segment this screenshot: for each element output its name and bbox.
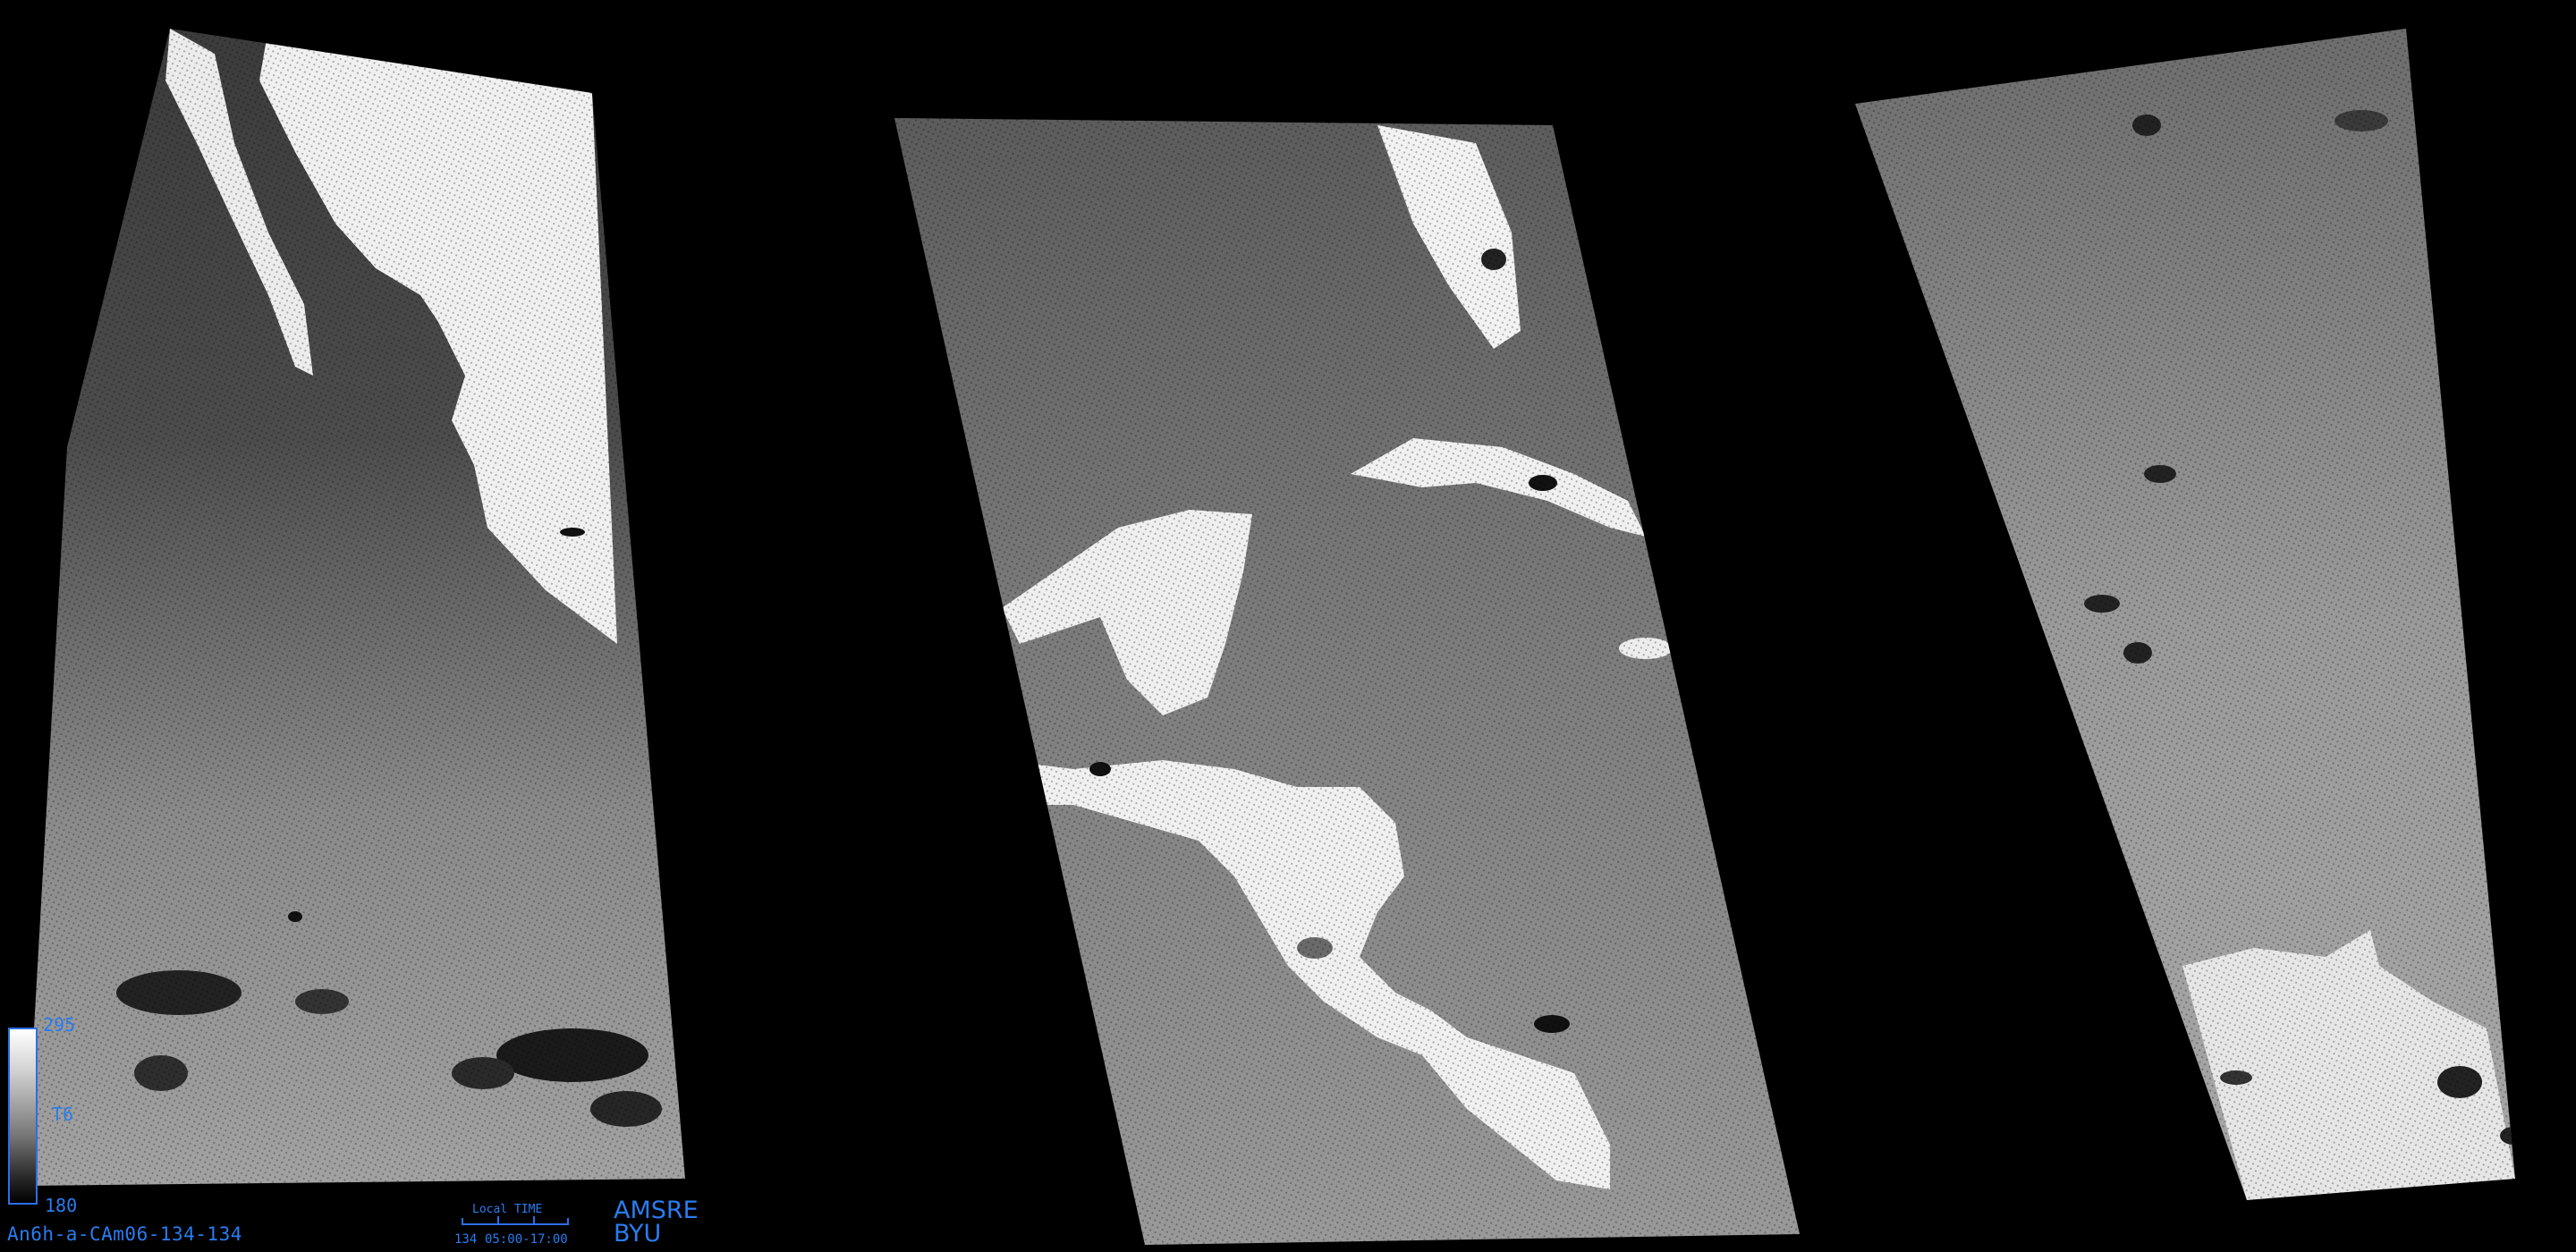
colorbar-mid-label: T6: [52, 1104, 74, 1125]
time-scale-tick: [533, 1216, 535, 1225]
satellite-swaths: [25, 29, 2515, 1245]
time-scale-tick: [497, 1216, 499, 1225]
time-scale-caption: Local TIME: [472, 1203, 543, 1216]
time-scale-day: 134: [454, 1232, 478, 1247]
image-id-label: An6h-a-CAm06-134-134: [7, 1223, 242, 1245]
time-scale-range: 05:00-17:00: [485, 1232, 568, 1247]
swath-3: [1855, 29, 2515, 1200]
organization-label: BYU: [614, 1220, 662, 1248]
image-viewer: 295 T6 180 An6h-a-CAm06-134-134 Local TI…: [0, 0, 2576, 1252]
colorbar-min-label: 180: [45, 1195, 78, 1216]
time-scale: Local TIME 134 05:00-17:00: [454, 1204, 576, 1252]
swath-2: [894, 118, 1800, 1245]
swath-1: [25, 29, 685, 1186]
colorbar-max-label: 295: [43, 1014, 76, 1036]
time-scale-bar: [462, 1218, 569, 1225]
colorbar: [8, 1028, 38, 1205]
